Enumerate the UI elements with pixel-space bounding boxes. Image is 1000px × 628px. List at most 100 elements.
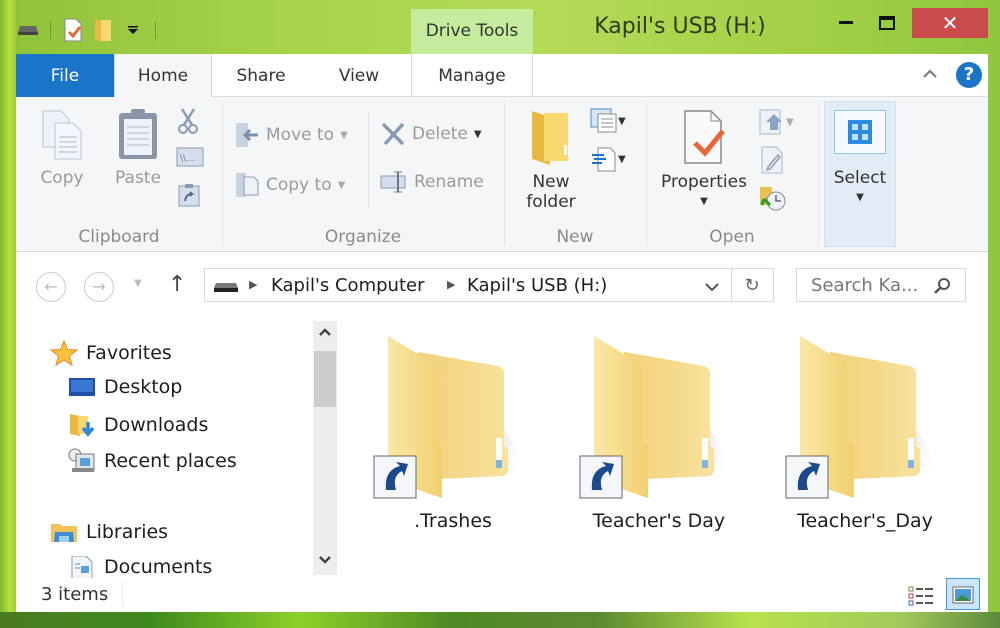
folder-shortcut-icon <box>373 336 528 499</box>
nav-item-desktop[interactable]: Desktop <box>68 376 182 398</box>
desktop-edge <box>0 0 16 628</box>
refresh-button[interactable]: ↻ <box>737 275 767 297</box>
properties-icon[interactable] <box>61 18 85 42</box>
nav-item-recent-places[interactable]: Recent places <box>68 448 237 474</box>
back-button[interactable]: ← <box>36 272 66 302</box>
file-item[interactable]: .Trashes <box>358 330 548 532</box>
scroll-up-button[interactable] <box>313 325 337 341</box>
copy-button[interactable]: Copy <box>32 107 92 188</box>
new-group-label: New <box>556 227 594 247</box>
nav-libraries[interactable]: Libraries <box>50 520 168 544</box>
new-item-button[interactable]: ▼ <box>590 107 634 135</box>
help-icon: ? <box>963 64 975 85</box>
details-view-icon <box>908 586 933 606</box>
delete-label: Delete <box>412 124 468 144</box>
breadcrumb-item[interactable]: Kapil's USB (H:) <box>467 275 607 296</box>
new-folder-icon[interactable] <box>91 18 115 42</box>
address-bar[interactable]: ▶ Kapil's Computer ▶ Kapil's USB (H:) ↻ <box>204 268 774 302</box>
nav-libraries-label: Libraries <box>86 521 169 543</box>
rename-button[interactable]: Rename <box>380 171 484 193</box>
maximize-icon <box>879 16 895 30</box>
navigation-bar: ← → ▼ ↑ ▶ Kapil's Computer ▶ Kapil's USB… <box>16 252 988 318</box>
move-to-button[interactable]: Move to ▼ <box>234 121 348 149</box>
ribbon-collapse-button[interactable] <box>920 64 940 84</box>
dropdown-arrow-icon: ▼ <box>786 116 794 128</box>
recent-locations-button[interactable]: ▼ <box>134 278 142 289</box>
documents-icon <box>71 556 93 578</box>
search-icon <box>934 278 950 294</box>
folder-shortcut-icon <box>579 336 734 499</box>
chevron-down-icon <box>705 283 719 292</box>
tab-manage[interactable]: Manage <box>411 54 533 97</box>
select-label: Select <box>833 168 887 188</box>
nav-item-documents[interactable]: Documents <box>68 556 212 578</box>
tab-file[interactable]: File <box>16 54 114 97</box>
history-button[interactable] <box>758 183 788 213</box>
details-view-button[interactable] <box>904 578 936 610</box>
nav-favorites[interactable]: Favorites <box>50 340 172 366</box>
dropdown-arrow-icon: ▼ <box>618 115 626 127</box>
chevron-down-icon: ▼ <box>134 278 142 289</box>
paste-shortcut-icon <box>178 184 200 207</box>
back-arrow-icon: ← <box>44 277 58 296</box>
ribbon-tabs: File Home Share View Manage ? <box>16 54 988 98</box>
move-to-icon <box>236 123 258 147</box>
window-title: Kapil's USB (H:) <box>594 14 766 39</box>
nav-pane-scrollbar[interactable] <box>313 321 337 575</box>
search-placeholder: Search Ka... <box>811 275 919 296</box>
tab-view[interactable]: View <box>310 54 408 97</box>
delete-icon <box>381 122 405 146</box>
drive-icon[interactable] <box>16 18 40 42</box>
edit-button[interactable] <box>758 145 788 175</box>
clipboard-group-label: Clipboard <box>78 227 160 247</box>
downloads-icon <box>70 414 95 437</box>
folder-shortcut-icon <box>785 336 940 499</box>
scissors-icon <box>178 108 198 134</box>
dropdown-arrow-icon: ▼ <box>618 153 626 165</box>
properties-button[interactable]: Properties ▼ <box>654 107 754 207</box>
address-history-dropdown[interactable] <box>705 277 725 295</box>
easy-access-button[interactable]: ▼ <box>590 145 634 173</box>
ribbon-panel: Copy Paste \\... Clipboard Move to ▼ Cop… <box>16 97 988 252</box>
file-item[interactable]: Teacher's_Day <box>770 330 960 532</box>
close-icon: ✕ <box>941 11 959 35</box>
scroll-thumb[interactable] <box>314 351 336 407</box>
nav-item-downloads[interactable]: Downloads <box>68 412 208 438</box>
breadcrumb-item[interactable]: Kapil's Computer <box>271 275 424 296</box>
chevron-up-icon <box>923 69 937 78</box>
file-name: Teacher's_Day <box>797 510 933 532</box>
delete-button[interactable]: Delete ▼ <box>380 121 482 147</box>
maximize-button[interactable] <box>872 8 902 38</box>
scroll-down-button[interactable] <box>313 553 337 569</box>
large-icons-view-button[interactable] <box>946 578 980 610</box>
forward-arrow-icon: → <box>92 277 106 296</box>
dropdown-arrow-icon: ▼ <box>340 129 348 141</box>
forward-button[interactable]: → <box>84 272 114 302</box>
group-divider <box>646 103 647 245</box>
history-icon <box>760 187 786 211</box>
quick-access-toolbar <box>16 14 160 46</box>
svg-text:\\...: \\... <box>180 154 195 164</box>
dropdown-arrow-icon: ▼ <box>473 128 482 140</box>
customize-dropdown-icon[interactable] <box>121 18 145 42</box>
paste-button[interactable]: Paste <box>108 107 168 188</box>
nav-favorites-label: Favorites <box>86 342 172 364</box>
copy-to-button[interactable]: Copy to ▼ <box>234 171 345 199</box>
tab-home[interactable]: Home <box>114 54 212 98</box>
file-item[interactable]: Teacher's Day <box>564 330 754 532</box>
search-input[interactable]: Search Ka... <box>796 268 966 302</box>
organize-group-label: Organize <box>324 227 402 247</box>
paste-shortcut-button[interactable] <box>178 183 204 209</box>
minimize-button[interactable] <box>832 8 860 38</box>
cut-button[interactable] <box>176 107 204 135</box>
up-button[interactable]: ↑ <box>168 272 186 297</box>
new-folder-button[interactable]: New folder <box>516 107 586 212</box>
select-button[interactable]: Select ▼ <box>824 101 896 247</box>
desktop-icon <box>69 378 95 396</box>
close-button[interactable]: ✕ <box>912 8 988 38</box>
tab-share[interactable]: Share <box>212 54 310 97</box>
chevron-down-icon <box>319 556 331 564</box>
help-button[interactable]: ? <box>956 62 982 88</box>
open-button[interactable]: ▼ <box>758 107 804 137</box>
copy-path-button[interactable]: \\... <box>176 147 206 171</box>
